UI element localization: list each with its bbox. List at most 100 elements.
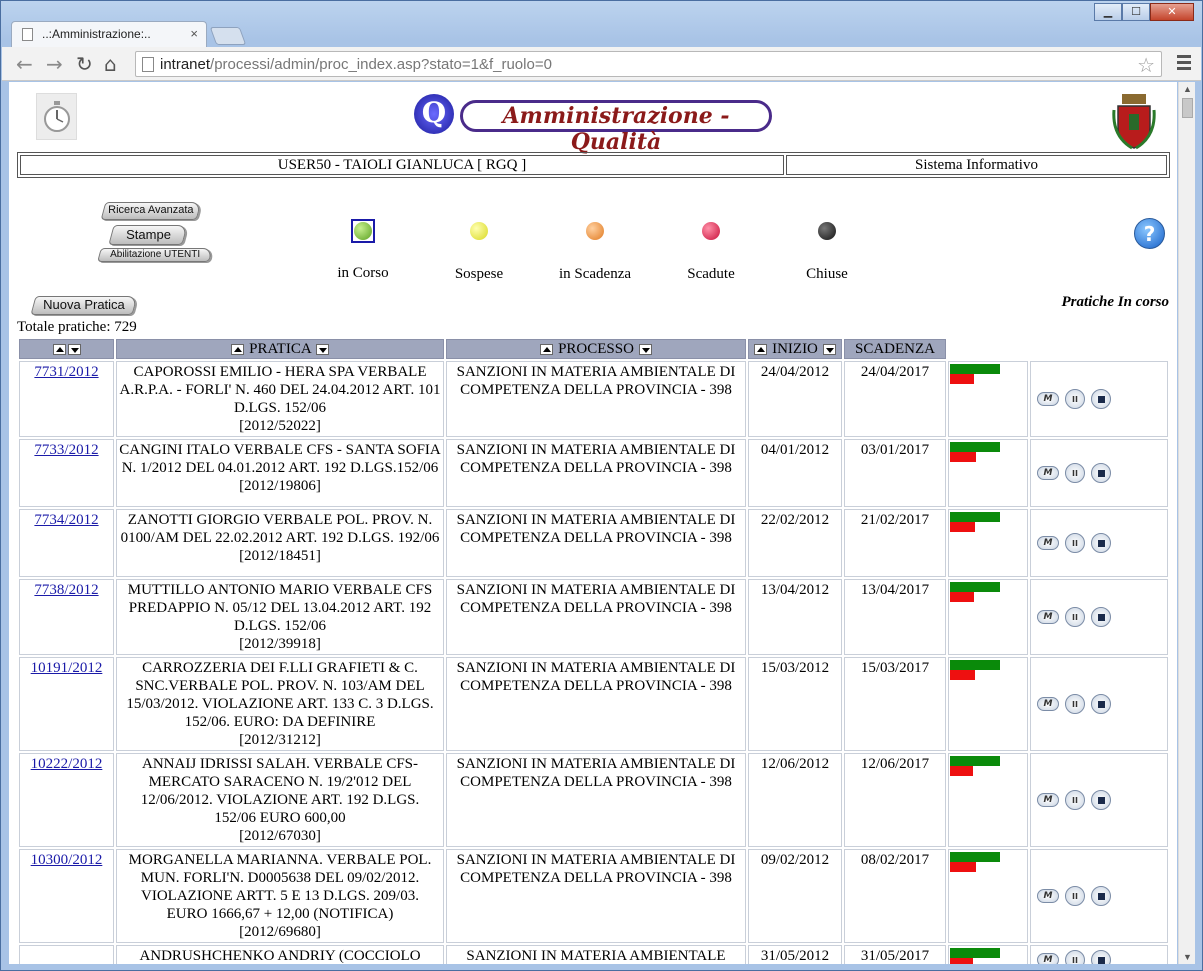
bookmark-star-icon[interactable]: ☆ [1137, 53, 1155, 78]
pause-icon[interactable]: II [1065, 607, 1085, 627]
stop-icon[interactable] [1091, 607, 1111, 627]
pratica-link[interactable]: 7731/2012 [34, 364, 98, 380]
modify-icon[interactable]: M [1037, 610, 1059, 624]
pratica-link[interactable]: 10300/2012 [31, 852, 103, 868]
processo-cell: SANZIONI IN MATERIA AMBIENTALE DI COMPET… [446, 849, 746, 943]
reload-icon[interactable]: ↻ [76, 52, 93, 76]
stop-icon[interactable] [1091, 694, 1111, 714]
help-icon[interactable]: ? [1134, 218, 1165, 249]
pratica-link[interactable]: 7738/2012 [34, 582, 98, 598]
stopwatch-icon[interactable] [36, 93, 77, 140]
pause-icon[interactable]: II [1065, 533, 1085, 553]
tab-title: ..:Amministrazione:.. [42, 27, 151, 41]
status-in-scadenza[interactable]: in Scadenza [549, 222, 641, 283]
modify-icon[interactable]: M [1037, 793, 1059, 807]
sort-down-icon[interactable] [315, 343, 329, 355]
sort-up-icon[interactable] [231, 343, 245, 355]
sort-up-icon[interactable] [754, 343, 768, 355]
stampe-button[interactable]: Stampe [108, 225, 188, 245]
sort-header[interactable] [19, 339, 114, 359]
status-chiuse[interactable]: Chiuse [787, 222, 867, 283]
stop-icon[interactable] [1091, 389, 1111, 409]
time-total-bar [950, 852, 1000, 862]
time-total-bar [950, 582, 1000, 592]
browser-tab[interactable]: ..:Amministrazione:.. × [11, 21, 207, 47]
actions-cell: M II [1030, 657, 1168, 751]
scroll-up-icon[interactable]: ▲ [1183, 84, 1192, 94]
sort-down-icon[interactable] [638, 343, 652, 355]
menu-icon[interactable] [1177, 55, 1191, 73]
status-sospese[interactable]: Sospese [439, 222, 519, 283]
user-info-bar: USER50 - TAIOLI GIANLUCA [ RGQ ] Sistema… [17, 152, 1170, 178]
logo-q-icon: Q [414, 94, 454, 134]
modify-icon[interactable]: M [1037, 536, 1059, 550]
pratica-link[interactable]: 10222/2012 [31, 756, 103, 772]
stop-icon[interactable] [1091, 886, 1111, 906]
modify-icon[interactable]: M [1037, 392, 1059, 406]
pratica-description: CAPOROSSI EMILIO - HERA SPA VERBALE A.R.… [119, 364, 441, 416]
modify-icon[interactable]: M [1037, 889, 1059, 903]
scroll-down-icon[interactable]: ▼ [1183, 952, 1192, 962]
sort-up-icon[interactable] [52, 343, 66, 355]
time-elapsed-bar [950, 592, 974, 602]
coat-of-arms-icon [1112, 92, 1156, 150]
column-processo[interactable]: PROCESSO [446, 339, 746, 359]
time-progress-bar [950, 948, 1002, 964]
pratica-number-cell: 7731/2012 [19, 361, 114, 437]
sort-up-icon[interactable] [540, 343, 554, 355]
sort-down-icon[interactable] [822, 343, 836, 355]
pratica-number-cell: 10191/2012 [19, 657, 114, 751]
nuova-pratica-button[interactable]: Nuova Pratica [30, 296, 138, 315]
actions-cell: M II [1030, 579, 1168, 655]
pratica-link[interactable]: 7733/2012 [34, 442, 98, 458]
page-icon [22, 28, 33, 41]
progress-cell [948, 753, 1028, 847]
url-path: /processi/admin/proc_index.asp?stato=1&f… [210, 56, 552, 73]
pause-icon[interactable]: II [1065, 463, 1085, 483]
processo-cell: SANZIONI IN MATERIA AMBIENTALE DI COMPET… [446, 579, 746, 655]
forward-icon[interactable]: → [46, 52, 63, 76]
scadenza-cell: 03/01/2017 [844, 439, 946, 507]
pratica-number-cell: 7733/2012 [19, 439, 114, 507]
column-inizio[interactable]: INIZIO [748, 339, 842, 359]
status-scadute[interactable]: Scadute [671, 222, 751, 283]
address-bar[interactable]: intranet/processi/admin/proc_index.asp?s… [135, 51, 1162, 77]
time-total-bar [950, 442, 1000, 452]
inizio-cell: 04/01/2012 [748, 439, 842, 507]
abilitazione-utenti-button[interactable]: Abilitazione UTENTI [97, 248, 213, 262]
modify-icon[interactable]: M [1037, 953, 1059, 964]
sort-down-icon[interactable] [67, 343, 81, 355]
vertical-scrollbar[interactable]: ▲ ▼ [1178, 82, 1195, 964]
progress-cell [948, 657, 1028, 751]
modify-icon[interactable]: M [1037, 697, 1059, 711]
modify-icon[interactable]: M [1037, 466, 1059, 480]
home-icon[interactable]: ⌂ [104, 52, 117, 76]
pause-icon[interactable]: II [1065, 886, 1085, 906]
time-elapsed-bar [950, 958, 973, 964]
maximize-button[interactable]: ☐ [1122, 3, 1150, 21]
stop-icon[interactable] [1091, 533, 1111, 553]
pratica-cell: CARROZZERIA DEI F.LLI GRAFIETI & C. SNC.… [116, 657, 444, 751]
column-pratica[interactable]: PRATICA [116, 339, 444, 359]
browser-toolbar: ← → ↻ ⌂ intranet/processi/admin/proc_ind… [2, 47, 1201, 81]
pratica-link[interactable]: 10191/2012 [31, 660, 103, 676]
new-tab-button[interactable] [209, 27, 247, 45]
scroll-thumb[interactable] [1182, 98, 1193, 118]
status-in-corso[interactable]: in Corso [323, 219, 403, 282]
minimize-button[interactable]: ▁ [1094, 3, 1122, 21]
orange-dot-icon [586, 222, 604, 240]
pause-icon[interactable]: II [1065, 694, 1085, 714]
pratica-link[interactable]: 7734/2012 [34, 512, 98, 528]
ricerca-avanzata-button[interactable]: Ricerca Avanzata [100, 202, 202, 220]
stop-icon[interactable] [1091, 463, 1111, 483]
tab-close-icon[interactable]: × [190, 26, 198, 41]
pratica-cell: CANGINI ITALO VERBALE CFS - SANTA SOFIA … [116, 439, 444, 507]
close-window-button[interactable]: ✕ [1150, 3, 1194, 21]
pause-icon[interactable]: II [1065, 950, 1085, 964]
stop-icon[interactable] [1091, 790, 1111, 810]
pause-icon[interactable]: II [1065, 389, 1085, 409]
page-icon [142, 57, 154, 72]
back-icon[interactable]: ← [16, 52, 33, 76]
pause-icon[interactable]: II [1065, 790, 1085, 810]
stop-icon[interactable] [1091, 950, 1111, 964]
